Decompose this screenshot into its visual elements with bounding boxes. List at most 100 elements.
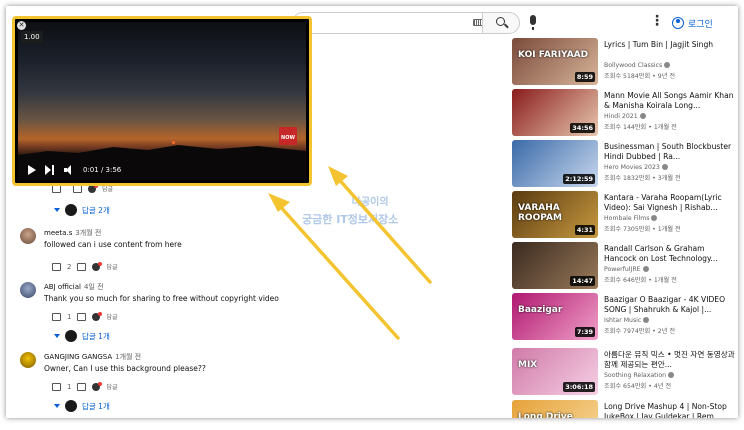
channel-label: Hombale Films xyxy=(604,215,650,222)
time-display: 0:01 / 3:56 xyxy=(83,166,122,174)
video-thumbnail[interactable]: VARAHA ROOPAM 4:31 xyxy=(512,191,598,238)
comment-actions: 1 답글 xyxy=(52,381,118,391)
avatar[interactable] xyxy=(20,352,36,368)
video-title[interactable]: Lyrics | Tum Bin | Jagjit Singh xyxy=(604,40,738,50)
login-label: 로그인 xyxy=(688,19,713,30)
channel-name[interactable]: Hombale Films xyxy=(604,215,658,222)
like-icon[interactable] xyxy=(52,262,61,271)
verified-icon xyxy=(639,113,646,119)
close-icon[interactable]: ✕ xyxy=(17,21,26,30)
verified-icon xyxy=(661,164,668,170)
video-thumbnail[interactable]: MIX 3:06:18 xyxy=(512,348,598,395)
replies-toggle[interactable]: 답글 2개 xyxy=(54,204,110,216)
video-duration: 3:06:18 xyxy=(563,382,595,392)
like-icon[interactable] xyxy=(52,382,61,391)
video-title[interactable]: Baazigar O Baazigar - 4K VIDEO SONG | Sh… xyxy=(604,295,738,315)
search-icon xyxy=(496,17,505,26)
dislike-icon[interactable] xyxy=(77,382,87,391)
video-item[interactable]: Long Drive Long Drive Mashup 4 | Non-Stop… xyxy=(512,400,738,418)
video-title[interactable]: Kantara - Varaha Roopam(Lyric Video): Sa… xyxy=(604,193,738,213)
play-icon[interactable] xyxy=(28,165,36,175)
video-item[interactable]: KOI FARIYAAD 8:59 Lyrics | Tum Bin | Jagji… xyxy=(512,38,738,85)
like-icon[interactable] xyxy=(52,312,61,321)
video-meta: 조회수 7974만회 • 2년 전 xyxy=(604,328,676,335)
dislike-icon[interactable] xyxy=(77,312,87,321)
creator-heart-icon xyxy=(92,261,103,271)
chevron-down-icon xyxy=(54,208,60,212)
comment-author[interactable]: meeta.s xyxy=(44,229,72,237)
next-icon[interactable] xyxy=(45,165,55,175)
channel-name[interactable]: Soothing Relaxation xyxy=(604,372,675,379)
video-meta: 조회수 646만회 • 1개월 전 xyxy=(604,277,677,284)
video-title[interactable]: Businessman | South Blockbuster Hindi Du… xyxy=(604,142,738,162)
volume-icon[interactable] xyxy=(64,165,74,175)
video-thumbnail[interactable]: Baazigar 7:39 xyxy=(512,293,598,340)
video-thumbnail[interactable]: 14:47 xyxy=(512,242,598,289)
video-title[interactable]: Mann Movie All Songs Aamir Khan & Manish… xyxy=(604,91,738,111)
channel-label: Hindi 2021 xyxy=(604,113,638,120)
dislike-icon[interactable] xyxy=(77,262,87,271)
channel-name[interactable]: PowerfulJRE xyxy=(604,266,649,273)
channel-name[interactable]: Hero Movies 2023 xyxy=(604,164,668,171)
chevron-down-icon xyxy=(54,334,60,338)
video-item[interactable]: MIX 3:06:18 아름다운 뮤직 믹스 • 멋진 자연 동영상과 함께 제공되… xyxy=(512,348,738,395)
avatar[interactable] xyxy=(20,282,36,298)
search-input[interactable] xyxy=(292,12,483,34)
avatar[interactable] xyxy=(20,228,36,244)
login-button[interactable]: 로그인 xyxy=(672,14,713,32)
channel-label: Soothing Relaxation xyxy=(604,372,667,379)
channel-label: Bollywood Classics xyxy=(604,62,663,69)
video-thumbnail[interactable]: Long Drive xyxy=(512,400,598,418)
video-duration: 4:31 xyxy=(574,225,595,235)
reply-button[interactable]: 답글 xyxy=(106,382,117,391)
video-duration: 7:39 xyxy=(574,327,595,337)
video-title[interactable]: 아름다운 뮤직 믹스 • 멋진 자연 동영상과 함께 제공되는 편안... xyxy=(604,350,738,370)
comments-section: 답글 답글 2개 meeta.s 3개월 전 followed can i use… xyxy=(6,182,506,418)
video-thumbnail[interactable]: 2:12:59 xyxy=(512,140,598,187)
reply-button[interactable]: 답글 xyxy=(106,312,117,321)
video-item[interactable]: 34:56 Mann Movie All Songs Aamir Khan & M… xyxy=(512,89,738,136)
verified-icon xyxy=(651,215,658,221)
comment-author[interactable]: ABJ official xyxy=(44,283,81,291)
mini-player[interactable]: ✕ 1.00 NOW 0:01 / 3:56 xyxy=(12,16,312,186)
channel-label: PowerfulJRE xyxy=(604,266,641,273)
video-thumbnail[interactable]: 34:56 xyxy=(512,89,598,136)
comment-time[interactable]: 3개월 전 xyxy=(75,229,101,237)
channel-name[interactable]: Hindi 2021 xyxy=(604,113,646,120)
screenshot-frame: ⋮ 로그인 답글 답글 2개 meeta.s 3개월 전 followed can… xyxy=(6,6,738,418)
video-title[interactable]: Long Drive Mashup 4 | Non-Stop JukeBox |… xyxy=(604,402,738,418)
video-meta: 조회수 144만회 • 1개월 전 xyxy=(604,124,677,131)
video-item[interactable]: 14:47 Randall Carlson & Graham Hancock on… xyxy=(512,242,738,289)
video-title[interactable]: Randall Carlson & Graham Hancock on Lost… xyxy=(604,244,738,264)
comment-author[interactable]: GANGJING GANGSA xyxy=(44,353,112,361)
video-item[interactable]: VARAHA ROOPAM 4:31 Kantara - Varaha Roopam… xyxy=(512,191,738,238)
video-duration: 14:47 xyxy=(570,276,595,286)
thumbnail-text: MIX xyxy=(518,360,538,370)
comment-text: followed can i use content from here xyxy=(44,240,182,249)
player-controls: 0:01 / 3:56 xyxy=(18,161,306,179)
search-button[interactable] xyxy=(482,12,520,34)
comment-time[interactable]: 4일 전 xyxy=(84,283,104,291)
account-icon xyxy=(672,17,684,29)
comment-text: Thank you so much for sharing to free wi… xyxy=(44,294,279,303)
video-item[interactable]: 2:12:59 Businessman | South Blockbuster H… xyxy=(512,140,738,187)
more-options-icon[interactable]: ⋮ xyxy=(650,14,664,28)
channel-name[interactable]: Bollywood Classics xyxy=(604,62,671,69)
video-duration: 2:12:59 xyxy=(563,174,595,184)
microphone-icon[interactable] xyxy=(530,15,536,30)
video-thumbnail[interactable]: KOI FARIYAAD 8:59 xyxy=(512,38,598,85)
comment-time[interactable]: 1개월 전 xyxy=(115,353,141,361)
thumbnail-text: Long Drive xyxy=(518,412,573,418)
watermark: 나공이의 궁금한 IT정보저장소 xyxy=(302,197,399,226)
thumbnail-text: VARAHA ROOPAM xyxy=(518,203,562,223)
replies-toggle[interactable]: 답글 1개 xyxy=(54,400,110,412)
playback-speed: 1.00 xyxy=(21,31,43,43)
video-item[interactable]: Baazigar 7:39 Baazigar O Baazigar - 4K VID… xyxy=(512,293,738,340)
replies-toggle[interactable]: 답글 1개 xyxy=(54,330,110,342)
channel-name[interactable]: Ishtar Music xyxy=(604,317,650,324)
creator-heart-icon xyxy=(92,311,103,321)
reply-button[interactable]: 답글 xyxy=(106,262,117,271)
verified-icon xyxy=(664,62,671,68)
video-meta: 조회수 5184만회 • 9년 전 xyxy=(604,73,676,80)
channel-label: Hero Movies 2023 xyxy=(604,164,660,171)
